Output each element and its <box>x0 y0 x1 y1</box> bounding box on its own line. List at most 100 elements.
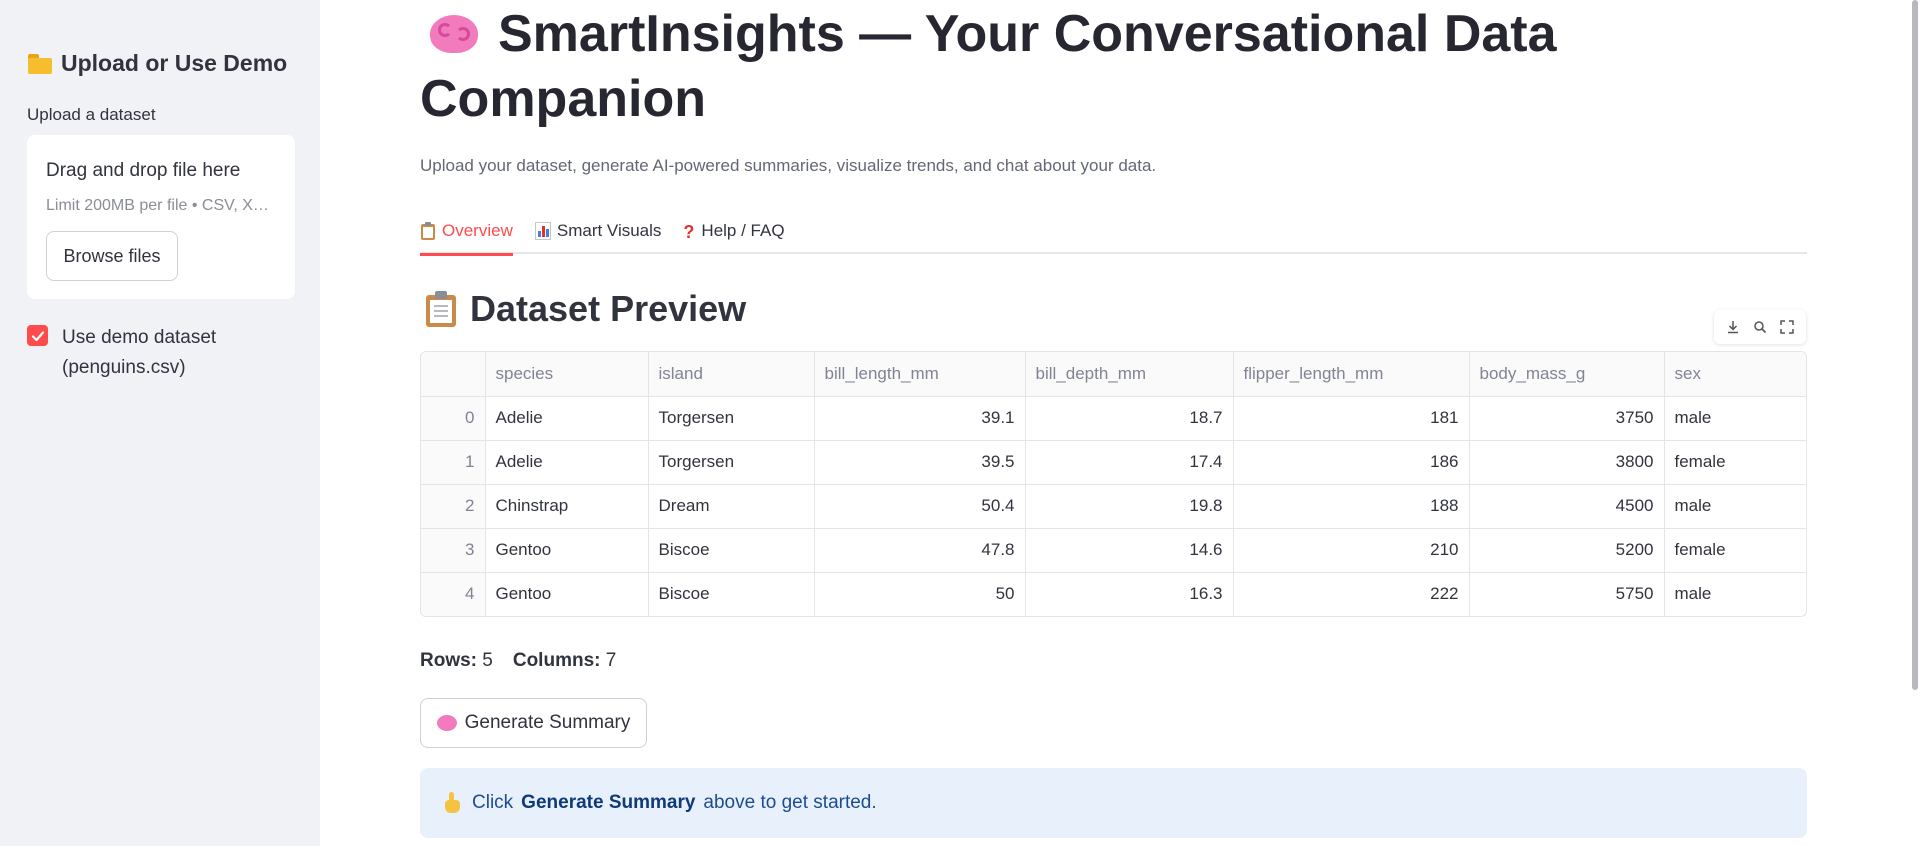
column-header[interactable]: flipper_length_mm <box>1233 352 1470 397</box>
fullscreen-icon[interactable] <box>1779 319 1795 335</box>
table-cell[interactable]: Adelie <box>485 440 649 485</box>
bar-chart-icon <box>534 222 551 240</box>
tab-bar: Overview Smart Visuals ? Help / FAQ <box>420 208 1807 256</box>
row-index: 1 <box>421 440 486 485</box>
table-row: 0 Adelie Torgersen 39.1 18.7 181 3750 ma… <box>421 396 1806 441</box>
dataset-preview-table[interactable]: species island bill_length_mm bill_depth… <box>420 351 1807 617</box>
table-cell[interactable]: 39.1 <box>814 396 1026 441</box>
table-cell[interactable]: 210 <box>1233 528 1470 573</box>
table-cell[interactable]: female <box>1664 528 1806 573</box>
rows-value: 5 <box>482 650 493 671</box>
table-row: 2 Chinstrap Dream 50.4 19.8 188 4500 mal… <box>421 484 1806 529</box>
tab-overview-label: Overview <box>442 221 513 240</box>
question-icon: ? <box>683 222 695 242</box>
sidebar: Upload or Use Demo Upload a dataset Drag… <box>0 0 320 846</box>
scrollbar[interactable] <box>1912 0 1918 690</box>
table-cell[interactable]: female <box>1664 440 1806 485</box>
rows-label: Rows: <box>420 650 477 671</box>
tab-help-faq-label: Help / FAQ <box>701 221 785 240</box>
table-cell[interactable]: 16.3 <box>1025 572 1234 616</box>
table-cell[interactable]: 188 <box>1233 484 1470 529</box>
checkbox-checked-icon[interactable] <box>27 325 48 346</box>
column-header[interactable]: body_mass_g <box>1469 352 1665 397</box>
table-cell[interactable]: 50.4 <box>814 484 1026 529</box>
table-cell[interactable]: 5750 <box>1469 572 1665 616</box>
table-toolbar <box>1714 310 1806 344</box>
upload-label: Upload a dataset <box>27 105 156 124</box>
table-cell[interactable]: 17.4 <box>1025 440 1234 485</box>
table-cell[interactable]: 18.7 <box>1025 396 1234 441</box>
table-cell[interactable]: Adelie <box>485 396 649 441</box>
column-header[interactable] <box>421 352 486 397</box>
row-index: 3 <box>421 528 486 573</box>
table-cell[interactable]: male <box>1664 396 1806 441</box>
sidebar-title-text: Upload or Use Demo <box>61 50 288 76</box>
dropzone-limit: Limit 200MB per file • CSV, X… <box>46 197 269 214</box>
table-cell[interactable]: 14.6 <box>1025 528 1234 573</box>
folder-icon <box>27 53 53 74</box>
file-dropzone[interactable]: Drag and drop file here Limit 200MB per … <box>27 135 295 299</box>
table-cell[interactable]: Torgersen <box>648 440 815 485</box>
table-cell[interactable]: 3800 <box>1469 440 1665 485</box>
table-cell[interactable]: 3750 <box>1469 396 1665 441</box>
demo-dataset-label: Use demo dataset (penguins.csv) <box>62 327 217 378</box>
tab-smart-visuals[interactable]: Smart Visuals <box>534 208 662 254</box>
table-cell[interactable]: Dream <box>648 484 815 529</box>
table-cell[interactable]: male <box>1664 484 1806 529</box>
table-cell[interactable]: Gentoo <box>485 528 649 573</box>
download-icon[interactable] <box>1725 319 1741 335</box>
table-cell[interactable]: Chinstrap <box>485 484 649 529</box>
table-cell[interactable]: male <box>1664 572 1806 616</box>
table-row: 4 Gentoo Biscoe 50 16.3 222 5750 male <box>421 572 1806 616</box>
table-cell[interactable]: 186 <box>1233 440 1470 485</box>
tab-help-faq[interactable]: ? Help / FAQ <box>683 208 784 254</box>
page-subtitle: Upload your dataset, generate AI-powered… <box>420 156 1157 175</box>
table-cell[interactable]: 50 <box>814 572 1026 616</box>
page-title-text: SmartInsights — Your Conversational Data… <box>420 5 1557 128</box>
demo-dataset-checkbox[interactable]: Use demo dataset (penguins.csv) <box>27 323 252 383</box>
info-text-bold: Generate Summary <box>521 792 696 813</box>
table-row: 1 Adelie Torgersen 39.5 17.4 186 3800 fe… <box>421 440 1806 485</box>
row-index: 2 <box>421 484 486 529</box>
table-cell[interactable]: 5200 <box>1469 528 1665 573</box>
clipboard-icon <box>420 222 436 240</box>
columns-label: Columns: <box>512 650 601 671</box>
section-heading-text: Dataset Preview <box>470 288 747 329</box>
column-header[interactable]: species <box>485 352 649 397</box>
table-cell[interactable]: Biscoe <box>648 572 815 616</box>
column-header[interactable]: bill_length_mm <box>814 352 1026 397</box>
rows-stat: Rows: 5 <box>420 650 493 672</box>
search-icon[interactable] <box>1752 319 1768 335</box>
tab-overview[interactable]: Overview <box>420 208 513 256</box>
brain-icon <box>428 9 480 55</box>
columns-value: 7 <box>605 650 617 671</box>
pointing-hand-icon <box>442 792 464 814</box>
column-header[interactable]: island <box>648 352 815 397</box>
table-cell[interactable]: 181 <box>1233 396 1470 441</box>
browse-files-button[interactable]: Browse files <box>46 231 178 281</box>
generate-summary-label: Generate Summary <box>464 712 631 733</box>
column-header[interactable]: sex <box>1664 352 1806 397</box>
table-cell[interactable]: 47.8 <box>814 528 1026 573</box>
generate-summary-button[interactable]: Generate Summary <box>420 698 647 748</box>
main-content: SmartInsights — Your Conversational Data… <box>320 0 1920 846</box>
table-row: 3 Gentoo Biscoe 47.8 14.6 210 5200 femal… <box>421 528 1806 573</box>
table-cell[interactable]: 19.8 <box>1025 484 1234 529</box>
tab-smart-visuals-label: Smart Visuals <box>556 221 662 240</box>
table-cell[interactable]: Gentoo <box>485 572 649 616</box>
page-title: SmartInsights — Your Conversational Data… <box>420 2 1820 132</box>
columns-stat: Columns: 7 <box>513 650 616 672</box>
section-heading: Dataset Preview <box>420 288 746 330</box>
table-cell[interactable]: Torgersen <box>648 396 815 441</box>
dataset-stats: Rows: 5 Columns: 7 <box>420 650 616 672</box>
table-cell[interactable]: Biscoe <box>648 528 815 573</box>
table-cell[interactable]: 4500 <box>1469 484 1665 529</box>
column-header[interactable]: bill_depth_mm <box>1025 352 1234 397</box>
table-cell[interactable]: 39.5 <box>814 440 1026 485</box>
brain-icon <box>436 714 457 732</box>
table-cell[interactable]: 222 <box>1233 572 1470 616</box>
dropzone-title: Drag and drop file here <box>46 160 241 181</box>
row-index: 0 <box>421 396 486 441</box>
clipboard-icon <box>426 291 456 327</box>
info-alert: Click Generate Summary above to get star… <box>420 768 1807 838</box>
